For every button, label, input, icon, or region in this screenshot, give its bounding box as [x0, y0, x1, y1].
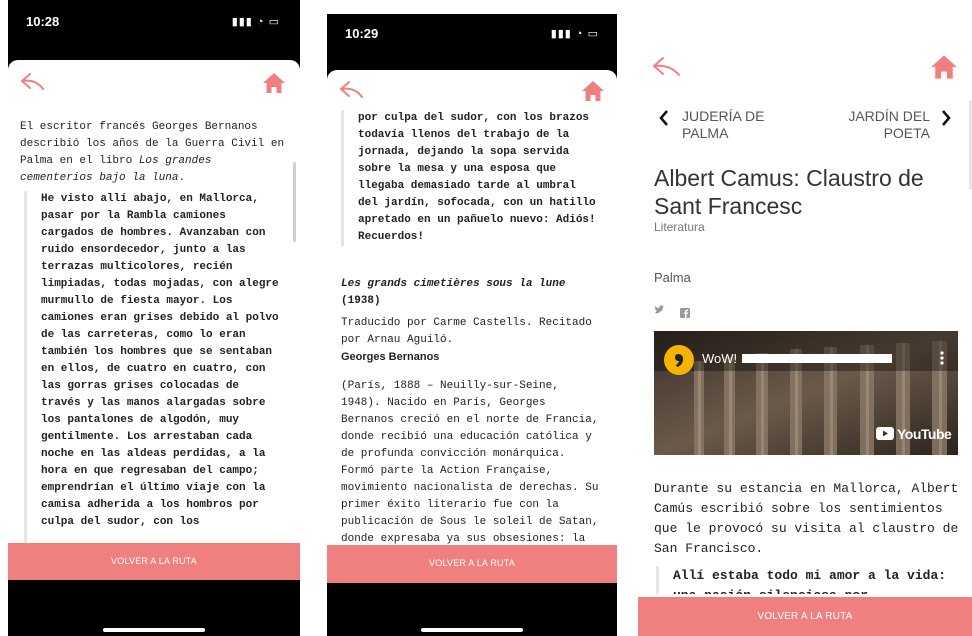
channel-avatar[interactable] — [664, 345, 694, 375]
status-bar: 10:29 ▮▮▮ ◔ ▭ — [327, 14, 617, 70]
content-sheet: El escritor francés Georges Bernanos des… — [8, 60, 300, 580]
status-bar: 10:28 ▮▮▮ ◔ ▭ — [8, 0, 300, 60]
reply-arrow-icon[interactable] — [339, 80, 365, 105]
book-year: (1938) — [341, 295, 381, 307]
author-name: Georges Bernanos — [341, 351, 440, 363]
more-options-icon[interactable] — [940, 351, 944, 365]
back-to-route-button[interactable]: VOLVER A LA RUTA — [638, 597, 972, 636]
screen-2: 10:29 ▮▮▮ ◔ ▭ por culpa del sudor, con l… — [327, 0, 617, 636]
status-time: 10:29 — [345, 26, 379, 41]
twitter-icon[interactable] — [654, 305, 665, 318]
screen-3: JUDERÍA DE PALMA JARDÍN DEL POETA Albert… — [638, 0, 972, 636]
scrollbar[interactable] — [293, 162, 296, 242]
status-icons: ▮▮▮ ◔ ▭ — [231, 16, 280, 28]
video-channel-title: WoW! — [702, 351, 738, 366]
next-label-1: JARDÍN DEL — [848, 108, 930, 124]
redacted-title-bar — [742, 354, 892, 363]
home-icon[interactable] — [930, 54, 958, 85]
back-to-route-button[interactable]: VOLVER A LA RUTA — [8, 543, 300, 580]
quote-text: por culpa del sudor, con los brazos toda… — [358, 112, 596, 243]
video-player[interactable]: WoW! YouTube — [654, 331, 958, 455]
intro-paragraph: El escritor francés Georges Bernanos des… — [20, 119, 288, 187]
page-title: Albert Camus: Claustro de Sant Francesc — [654, 165, 924, 219]
reply-arrow-icon[interactable] — [20, 72, 46, 97]
youtube-play-icon[interactable] — [876, 427, 894, 445]
facebook-icon[interactable] — [680, 305, 690, 323]
chevron-left-icon — [658, 109, 670, 132]
reply-arrow-icon[interactable] — [652, 56, 682, 83]
status-icons: ▮▮▮ ◔ ▭ — [550, 28, 599, 40]
screen-1: 10:28 ▮▮▮ ◔ ▭ El escritor francés George… — [8, 0, 300, 636]
quote-text: Allí estaba todo mi amor a la vida: una … — [673, 568, 947, 594]
blockquote: por culpa del sudor, con los brazos toda… — [341, 110, 602, 246]
credits: Traducido por Carme Castells. Recitado p… — [341, 317, 592, 346]
top-gap — [327, 0, 617, 14]
author-bio: (París, 1888 – Neuilly-sur-Seine, 1948).… — [341, 380, 599, 545]
intro-end: . — [178, 172, 186, 184]
back-to-route-button[interactable]: VOLVER A LA RUTA — [327, 545, 617, 583]
book-reference: Les grands cimetières sous la lune (1938… — [341, 276, 603, 310]
location-label: Palma — [654, 270, 691, 285]
next-label-2: POETA — [883, 125, 930, 141]
content-sheet: por culpa del sudor, con los brazos toda… — [327, 70, 617, 574]
book-title: Les grands cimetières sous la lune — [341, 278, 566, 290]
prev-label-2: PALMA — [682, 125, 729, 141]
chevron-right-icon — [940, 109, 952, 132]
home-icon[interactable] — [262, 72, 286, 99]
category-label: Literatura — [654, 220, 705, 234]
quote-text: He visto allí abajo, en Mallorca, pasar … — [41, 193, 279, 528]
prev-label-1: JUDERÍA DE — [682, 108, 765, 124]
home-icon[interactable] — [581, 80, 605, 107]
blockquote: He visto allí abajo, en Mallorca, pasar … — [24, 191, 285, 551]
body-paragraph: Durante su estancia en Mallorca, Albert … — [654, 481, 959, 556]
home-indicator — [103, 628, 205, 632]
blockquote: Allí estaba todo mi amor a la vida: una … — [656, 566, 959, 594]
status-time: 10:28 — [26, 14, 60, 29]
youtube-brand: YouTube — [897, 426, 952, 442]
home-indicator — [421, 628, 523, 632]
